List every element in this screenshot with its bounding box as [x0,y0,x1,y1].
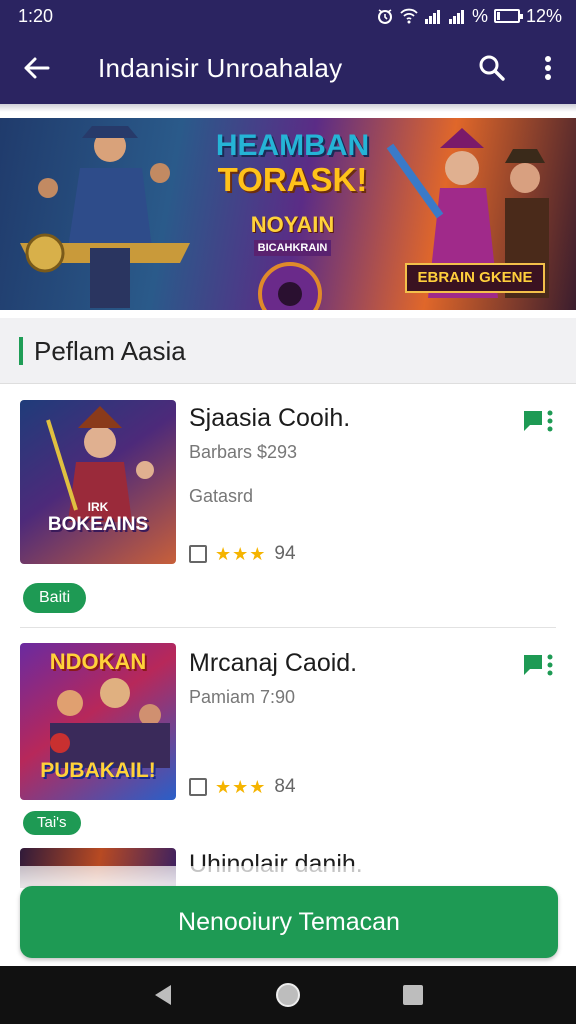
thumbnail-caption: BOKEAINS [47,514,149,535]
wifi-icon [400,8,418,24]
back-arrow-icon [24,57,50,79]
signal-icon [424,10,440,24]
status-bar: 1:20 % 12% [0,0,576,32]
thumbnail-caption: PUBAKAIL! [40,759,156,782]
banner-title-line1: HEAMBAN [215,129,370,162]
battery-text: 12% [525,5,562,26]
app-title: Indanisir Unroahalay [98,52,343,83]
signal-percent: % [471,5,488,26]
battery-level [496,12,500,20]
flag-icon [524,410,553,432]
game-price: Pamiam 7:90 [189,687,296,707]
flag-button[interactable] [522,408,558,436]
search-icon [479,55,505,81]
game-price: Barbars $293 [189,442,298,462]
battery-icon [493,9,523,23]
banner-title-line2: TORASK! [217,161,368,198]
rating-value: 94 [274,543,296,564]
rating-value: 84 [274,776,296,797]
signal-icon [448,10,464,24]
alarm-icon [377,9,392,24]
status-icons: % 12% [376,6,562,27]
banner-badge: EBRAIN GKENE [405,263,545,293]
banner-title-line4: BICAHKRAIN [253,240,332,256]
more-vert-icon [545,56,551,80]
banner-headline: HEAMBAN TORASK! NOYAIN BICAHKRAIN [205,130,380,256]
rating-stars: ★★★ [215,543,267,564]
flag-button[interactable] [522,652,558,680]
rating-stars: ★★★ [215,776,267,797]
rating-box-icon [189,778,207,796]
nav-recents-icon [403,985,424,1005]
game-rating: ★★★ 84 [189,776,296,798]
app-bar-shadow [0,104,576,112]
app-bar: Indanisir Unroahalay [0,32,576,104]
section-title: Peflam Aasia [34,335,186,366]
game-category: Gatasrd [189,486,254,506]
game-thumbnail[interactable]: IRK BOKEAINS [20,400,176,564]
search-button[interactable] [464,32,520,104]
primary-action-button[interactable]: Nenooiury Temacan [20,886,558,958]
nav-home-icon [275,983,300,1007]
thumbnail-caption-small: IRK [87,500,109,514]
system-nav-bar [0,966,576,1024]
banner-title-line3: NOYAIN [250,212,335,237]
item-divider [20,627,556,628]
more-options-button[interactable] [520,32,576,104]
back-button[interactable] [0,32,72,104]
thumbnail-caption-top: NDOKAN [49,649,147,674]
thumbnail-artwork [46,406,154,522]
nav-recents-button[interactable] [393,975,433,1015]
status-time: 1:20 [18,5,54,26]
game-title: Mrcanaj Caoid. [189,649,358,677]
rating-box-icon [189,545,207,563]
flag-icon [524,654,553,676]
nav-home-button[interactable] [268,975,308,1015]
nav-back-icon [154,985,171,1005]
section-divider [0,383,576,384]
game-thumbnail[interactable]: NDOKAN PUBAKAIL! [20,643,176,800]
status-badge[interactable]: Baiti [23,583,87,613]
game-rating: ★★★ 94 [189,543,296,565]
status-badge[interactable]: Tai's [23,811,81,835]
game-title: Sjaasia Cooih. [189,404,351,432]
nav-back-button[interactable] [143,975,183,1015]
section-marker [19,337,23,365]
section-header: Peflam Aasia [0,318,576,384]
